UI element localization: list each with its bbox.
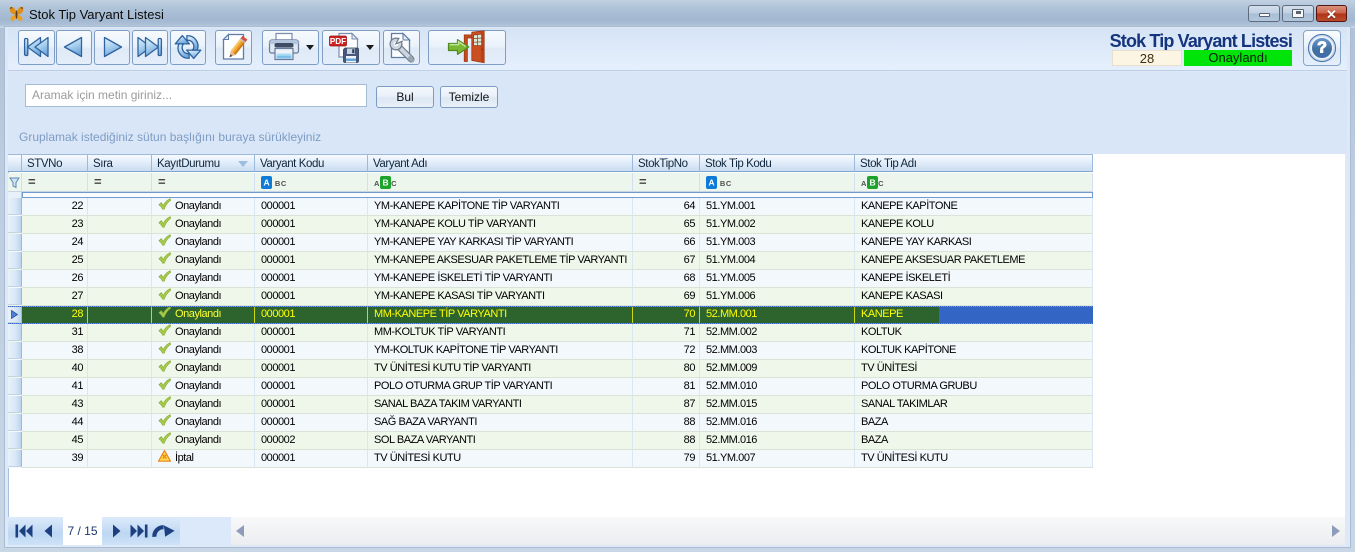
svg-text:?: ? xyxy=(1317,40,1327,57)
svg-text:PDF: PDF xyxy=(330,36,346,45)
